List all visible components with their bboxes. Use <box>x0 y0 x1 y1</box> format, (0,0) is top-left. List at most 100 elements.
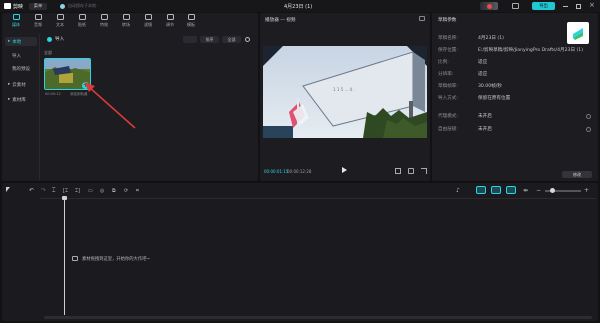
tab-audio[interactable]: 音频 <box>30 14 46 34</box>
timeline-empty-icon <box>72 256 78 261</box>
transition-icon <box>122 14 130 20</box>
playhead-handle[interactable] <box>62 196 67 200</box>
autosave-text: 自动保存于本地 · <box>68 3 99 8</box>
section-label: 全部 <box>44 50 52 55</box>
property-value: 未开启 <box>478 127 492 132</box>
fullscreen-icon[interactable] <box>421 168 427 174</box>
tab-label: 文本 <box>56 22 64 27</box>
player-title: 播放器 — 视频 <box>265 18 296 23</box>
project-title: 4月23日 (1) <box>284 4 313 10</box>
sidebar-item-library[interactable]: ▸ 素材库 <box>5 95 37 104</box>
zoom-slider-handle[interactable] <box>550 188 555 193</box>
video-preview: 1 1 5 ... 4 . <box>263 46 427 138</box>
app-name: 剪映 <box>13 4 24 10</box>
autosave-status: 自动保存于本地 · <box>60 3 99 9</box>
select-tool-icon[interactable] <box>6 187 14 195</box>
tab-media[interactable]: 媒体 <box>8 14 24 34</box>
sidebar-item-cloud[interactable]: ▸ 云素材 <box>5 80 37 89</box>
draft-cover-image[interactable] <box>567 22 589 44</box>
rotate-icon[interactable]: ⟳ <box>124 187 132 195</box>
preview-axis-icon[interactable]: ⇹ <box>523 187 531 195</box>
delete-icon[interactable]: ▭ <box>88 187 96 195</box>
auto-snap-icon[interactable] <box>491 186 501 194</box>
tab-label: 贴纸 <box>78 22 86 27</box>
app-logo <box>4 3 11 9</box>
play-button[interactable] <box>342 167 347 173</box>
tab-filter[interactable]: 滤镜 <box>140 14 156 34</box>
zoom-in-icon[interactable]: + <box>584 187 592 195</box>
property-label: 导入方式: <box>438 96 458 101</box>
playhead[interactable] <box>64 197 65 315</box>
text-icon <box>56 14 64 20</box>
export-button[interactable]: 导出 <box>532 2 555 10</box>
redo-icon[interactable]: ↷ <box>41 187 49 195</box>
tab-effects[interactable]: 特效 <box>96 14 112 34</box>
freeze-icon[interactable]: ◎ <box>100 187 108 195</box>
sort-button[interactable]: 排序 <box>200 36 219 43</box>
tab-sticker[interactable]: 贴纸 <box>74 14 90 34</box>
tab-label: 调节 <box>166 22 174 27</box>
sticker-icon <box>78 14 86 20</box>
close-icon[interactable]: × <box>589 2 595 9</box>
microphone-icon[interactable]: ♪ <box>456 187 464 195</box>
split-icon[interactable]: ⌶ <box>52 187 60 195</box>
edit-draft-button[interactable]: 修改 <box>562 171 592 178</box>
property-value: E:/剪映草稿/剪映/JianyingPro Drafts/4月23日 (1) <box>478 48 584 53</box>
tab-label: 转场 <box>122 22 130 27</box>
effects-icon <box>100 14 108 20</box>
view-toggle-button[interactable] <box>183 36 197 43</box>
property-value: 4月23日 (1) <box>478 36 504 41</box>
split-left-icon[interactable]: [⌶ <box>63 187 71 195</box>
import-button[interactable]: 导入 <box>47 36 64 42</box>
sidebar-item-import[interactable]: 导入 <box>5 51 37 60</box>
import-icon <box>47 36 52 42</box>
filter-icon <box>144 14 152 20</box>
user-avatar[interactable] <box>480 2 498 10</box>
audio-icon <box>34 14 42 20</box>
maximize-icon[interactable] <box>576 3 581 9</box>
property-value: 保留在原有位置 <box>478 96 511 101</box>
ratio-icon[interactable] <box>408 168 414 174</box>
filter-button[interactable]: 全部 <box>222 36 241 43</box>
media-icon <box>12 14 20 20</box>
search-icon[interactable] <box>245 37 250 42</box>
properties-title: 草稿参数 <box>438 18 457 23</box>
template-icon <box>187 14 195 20</box>
link-icon[interactable] <box>506 186 516 194</box>
crop-icon[interactable]: ⌗ <box>136 187 144 195</box>
sidebar-item-presets[interactable]: 我的预设 <box>5 64 37 73</box>
zoom-out-icon[interactable]: − <box>536 187 544 195</box>
video-frame: 1 1 5 ... 4 . <box>263 46 427 138</box>
sort-label: 排序 <box>205 36 214 42</box>
cover-logo <box>573 28 583 40</box>
undo-icon[interactable]: ↶ <box>29 187 37 195</box>
feedback-icon[interactable] <box>512 3 519 9</box>
time-current: 00:00:01:15 <box>264 169 289 174</box>
tab-adjust[interactable]: 调节 <box>162 14 178 34</box>
minimize-icon[interactable] <box>563 6 568 7</box>
horizontal-scrollbar[interactable] <box>44 316 592 319</box>
layer-toggle-icon[interactable] <box>586 127 591 132</box>
fit-icon[interactable] <box>395 168 401 174</box>
tab-template[interactable]: 模板 <box>183 14 199 34</box>
property-value: 适应 <box>478 72 488 77</box>
property-label: 分辨率: <box>438 72 454 77</box>
split-right-icon[interactable]: ⌶] <box>75 187 83 195</box>
svg-text:1 1 5 ... 4 .: 1 1 5 ... 4 . <box>333 87 355 92</box>
timeline-ruler <box>40 198 596 199</box>
import-label: 导入 <box>55 37 65 42</box>
main-track-magnet-icon[interactable] <box>476 186 486 194</box>
property-label: 草稿帧率: <box>438 84 458 89</box>
property-value: 未开启 <box>478 114 492 119</box>
proxy-toggle-icon[interactable] <box>586 114 591 119</box>
sidebar-item-local[interactable]: ▸ 本地 <box>5 37 37 46</box>
property-label: 代理模式: <box>438 114 458 119</box>
tab-text[interactable]: 文本 <box>52 14 68 34</box>
menu-button[interactable]: 菜单 <box>29 2 47 10</box>
player-menu-icon[interactable] <box>419 16 425 21</box>
filter-label: 全部 <box>227 36 236 42</box>
property-label: 保存位置: <box>438 48 458 53</box>
mirror-icon[interactable]: ⧉ <box>112 187 120 195</box>
tab-transition[interactable]: 转场 <box>118 14 134 34</box>
timeline-hint: 素材拖拽到这里，开始你的大作吧~ <box>82 257 151 262</box>
